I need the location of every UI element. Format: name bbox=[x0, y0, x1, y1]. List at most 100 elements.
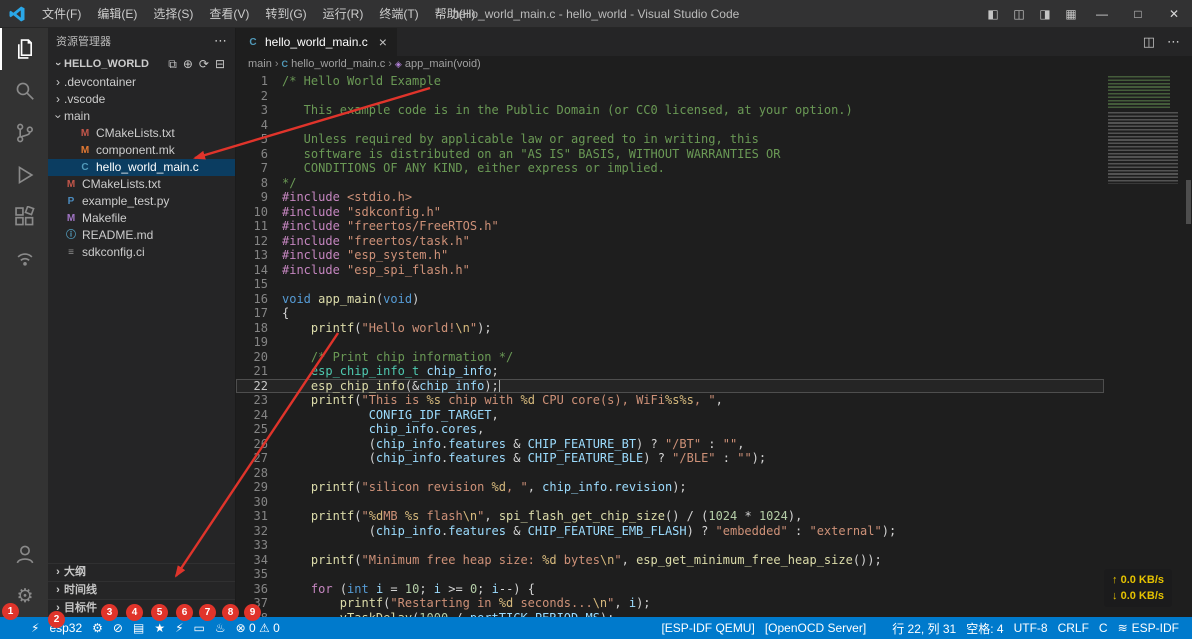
code-line-8[interactable]: 8 */ bbox=[236, 176, 1104, 191]
line-number[interactable]: 3 bbox=[236, 103, 282, 118]
code-line-7[interactable]: 7 CONDITIONS OF ANY KIND, either express… bbox=[236, 161, 1104, 176]
problems[interactable]: ⊗ 0 ⚠ 0 bbox=[231, 617, 285, 639]
menu-运行-r[interactable]: 运行(R) bbox=[315, 0, 372, 28]
line-number[interactable]: 24 bbox=[236, 408, 282, 423]
activity-esp-idf[interactable] bbox=[0, 238, 48, 280]
tree-item-vscode[interactable]: › .vscode bbox=[48, 91, 235, 108]
line-number[interactable]: 27 bbox=[236, 451, 282, 466]
line-number[interactable]: 10 bbox=[236, 205, 282, 220]
tree-item-sdkconfig-ci[interactable]: ≡ sdkconfig.ci bbox=[48, 244, 235, 261]
code-line-4[interactable]: 4 bbox=[236, 118, 1104, 133]
activity-source-control[interactable] bbox=[0, 112, 48, 154]
tree-item-devcontainer[interactable]: › .devcontainer bbox=[48, 74, 235, 91]
customize-layout-icon[interactable]: ▦ bbox=[1058, 0, 1084, 28]
line-number[interactable]: 5 bbox=[236, 132, 282, 147]
code-line-30[interactable]: 30 bbox=[236, 495, 1104, 510]
tree-item-cmakelists-txt[interactable]: M CMakeLists.txt bbox=[48, 176, 235, 193]
line-number[interactable]: 14 bbox=[236, 263, 282, 278]
line-number[interactable]: 37 bbox=[236, 596, 282, 611]
code-line-36[interactable]: 36 for (int i = 10; i >= 0; i--) { bbox=[236, 582, 1104, 597]
section-目标件[interactable]: › 目标件 bbox=[48, 599, 235, 617]
activity-account[interactable] bbox=[0, 533, 48, 575]
code-line-29[interactable]: 29 printf("silicon revision %d, ", chip_… bbox=[236, 480, 1104, 495]
code-line-33[interactable]: 33 bbox=[236, 538, 1104, 553]
menu-文件-f[interactable]: 文件(F) bbox=[34, 0, 89, 28]
code-line-15[interactable]: 15 bbox=[236, 277, 1104, 292]
code-line-17[interactable]: 17{ bbox=[236, 306, 1104, 321]
flash[interactable]: ⚡ bbox=[170, 617, 188, 639]
more-actions-icon[interactable]: ⋯ bbox=[1167, 34, 1180, 50]
line-number[interactable]: 36 bbox=[236, 582, 282, 597]
cursor-position[interactable]: 行 22, 列 31 bbox=[887, 617, 961, 639]
tab-hello-world-main-c[interactable]: C hello_world_main.c × bbox=[236, 28, 398, 56]
code-line-38[interactable]: 38 vTaskDelay(1000 / portTICK_PERIOD_MS)… bbox=[236, 611, 1104, 618]
menu-帮助-h[interactable]: 帮助(H) bbox=[427, 0, 484, 28]
code-line-18[interactable]: 18 printf("Hello world!\n"); bbox=[236, 321, 1104, 336]
eol-sequence[interactable]: CRLF bbox=[1053, 617, 1094, 639]
code-line-1[interactable]: 1/* Hello World Example bbox=[236, 74, 1104, 89]
menuconfig[interactable]: ⚙ bbox=[87, 617, 108, 639]
toggle-panel-icon[interactable]: ◫ bbox=[1006, 0, 1032, 28]
line-number[interactable]: 33 bbox=[236, 538, 282, 553]
flash-method[interactable]: ★ bbox=[149, 617, 170, 639]
maximize-button[interactable]: □ bbox=[1120, 0, 1156, 28]
tree-item-main[interactable]: › main bbox=[48, 108, 235, 125]
toggle-secondary-sidebar-icon[interactable]: ◨ bbox=[1032, 0, 1058, 28]
code-line-22[interactable]: 22 esp_chip_info(&chip_info); bbox=[236, 379, 1104, 394]
tree-item-component-mk[interactable]: Mcomponent.mk bbox=[48, 142, 235, 159]
line-number[interactable]: 31 bbox=[236, 509, 282, 524]
menu-转到-g[interactable]: 转到(G) bbox=[257, 0, 314, 28]
tree-item-readme-md[interactable]: ⓘ README.md bbox=[48, 227, 235, 244]
menu-查看-v[interactable]: 查看(V) bbox=[201, 0, 257, 28]
line-number[interactable]: 25 bbox=[236, 422, 282, 437]
full-clean[interactable]: ⊘ bbox=[108, 617, 128, 639]
code-line-13[interactable]: 13 #include "esp_system.h" bbox=[236, 248, 1104, 263]
code-line-35[interactable]: 35 bbox=[236, 567, 1104, 582]
new-file-icon[interactable]: ⧉ bbox=[168, 57, 177, 72]
activity-explorer[interactable] bbox=[0, 28, 48, 70]
refresh-icon[interactable]: ⟳ bbox=[199, 57, 209, 72]
line-number[interactable]: 22 bbox=[236, 379, 282, 394]
code-line-14[interactable]: 14 #include "esp_spi_flash.h" bbox=[236, 263, 1104, 278]
line-number[interactable]: 35 bbox=[236, 567, 282, 582]
code-line-12[interactable]: 12 #include "freertos/task.h" bbox=[236, 234, 1104, 249]
line-number[interactable]: 4 bbox=[236, 118, 282, 133]
line-number[interactable]: 19 bbox=[236, 335, 282, 350]
activity-extensions[interactable] bbox=[0, 196, 48, 238]
language-mode[interactable]: C bbox=[1094, 617, 1113, 639]
line-number[interactable]: 30 bbox=[236, 495, 282, 510]
tree-item-makefile[interactable]: M Makefile bbox=[48, 210, 235, 227]
monitor[interactable]: ▭ bbox=[189, 617, 210, 639]
code-line-20[interactable]: 20 /* Print chip information */ bbox=[236, 350, 1104, 365]
new-folder-icon[interactable]: ⊕ bbox=[183, 57, 193, 72]
encoding[interactable]: UTF-8 bbox=[1009, 617, 1053, 639]
toggle-primary-sidebar-icon[interactable]: ◧ bbox=[980, 0, 1006, 28]
line-number[interactable]: 11 bbox=[236, 219, 282, 234]
tree-item-cmakelists-txt[interactable]: M CMakeLists.txt bbox=[48, 125, 235, 142]
menu-终端-t[interactable]: 终端(T) bbox=[371, 0, 426, 28]
line-number[interactable]: 9 bbox=[236, 190, 282, 205]
code-line-19[interactable]: 19 bbox=[236, 335, 1104, 350]
breadcrumb-item-hello-world-main-c[interactable]: C hello_world_main.c bbox=[282, 58, 386, 70]
esp-idf-extension[interactable]: ≋ ESP-IDF bbox=[1113, 617, 1184, 639]
code-line-23[interactable]: 23 printf("This is %s chip with %d CPU c… bbox=[236, 393, 1104, 408]
code-line-16[interactable]: 16 void app_main(void) bbox=[236, 292, 1104, 307]
code-line-9[interactable]: 9 #include <stdio.h> bbox=[236, 190, 1104, 205]
build[interactable]: ▤ bbox=[128, 617, 149, 639]
line-number[interactable]: 38 bbox=[236, 611, 282, 618]
line-number[interactable]: 8 bbox=[236, 176, 282, 191]
code-line-6[interactable]: 6 software is distributed on an "AS IS" … bbox=[236, 147, 1104, 162]
activity-run-debug[interactable] bbox=[0, 154, 48, 196]
project-root-header[interactable]: › HELLO_WORLD ⧉ ⊕ ⟳ ⊟ bbox=[48, 54, 235, 74]
line-number[interactable]: 18 bbox=[236, 321, 282, 336]
line-number[interactable]: 1 bbox=[236, 74, 282, 89]
line-number[interactable]: 29 bbox=[236, 480, 282, 495]
device-target[interactable]: esp32 bbox=[44, 617, 87, 639]
split-editor-icon[interactable]: ◫ bbox=[1143, 34, 1155, 50]
line-number[interactable]: 6 bbox=[236, 147, 282, 162]
close-icon[interactable]: × bbox=[379, 34, 387, 50]
section-大纲[interactable]: › 大纲 bbox=[48, 563, 235, 581]
code-line-3[interactable]: 3 This example code is in the Public Dom… bbox=[236, 103, 1104, 118]
indentation[interactable]: 空格: 4 bbox=[961, 617, 1008, 639]
code-line-11[interactable]: 11 #include "freertos/FreeRTOS.h" bbox=[236, 219, 1104, 234]
